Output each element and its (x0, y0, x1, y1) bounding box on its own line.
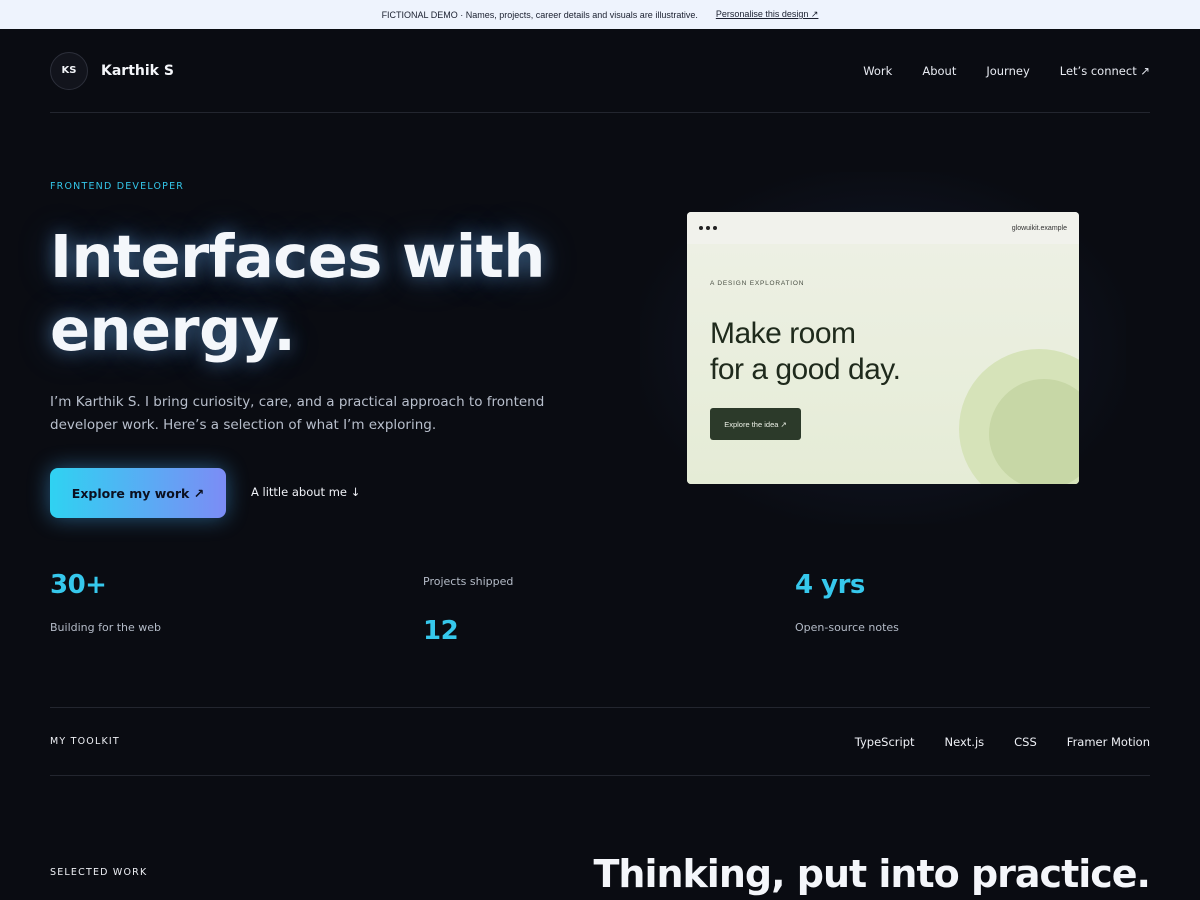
stat-label-3: Open-source notes (795, 621, 899, 634)
hero-title-line2: energy. (50, 295, 296, 364)
preview-body: A DESIGN EXPLORATION Make room for a goo… (687, 244, 1079, 484)
hero-subtitle: I’m Karthik S. I bring curiosity, care, … (50, 394, 545, 433)
tool-item: Framer Motion (1066, 734, 1150, 749)
brand-name: Karthik S (101, 62, 174, 79)
nav-links: Work About Journey Let’s connect ↗ (863, 64, 1150, 78)
toolkit-label: MY TOOLKIT (50, 736, 120, 747)
stat-value-2: 12 (423, 616, 459, 646)
toolkit-list: TypeScript Next.js CSS Framer Motion (855, 735, 1150, 749)
avatar: KS (50, 51, 88, 90)
tool-item: TypeScript (854, 734, 915, 749)
explore-idea-button[interactable]: Explore the idea ↗ (710, 408, 801, 440)
explore-work-button[interactable]: Explore my work ↗ (50, 468, 226, 518)
preview-browser-bar: glowuikit.example (687, 212, 1079, 244)
tool-item: CSS (1014, 734, 1037, 749)
hero-title-line1: Interfaces with (50, 222, 545, 291)
preview-title-line1: Make room (710, 317, 856, 350)
stat-value-3: 4 yrs (795, 570, 865, 600)
brand[interactable]: KS Karthik S (50, 51, 174, 90)
nav-link-journey[interactable]: Journey (986, 64, 1029, 78)
banner-notice: FICTIONAL DEMO · Names, projects, career… (381, 9, 698, 20)
stat-value-1: 30+ (50, 570, 107, 600)
nav-link-connect[interactable]: Let’s connect ↗ (1060, 64, 1150, 78)
hero-eyebrow: FRONTEND DEVELOPER (50, 181, 185, 192)
top-nav: KS Karthik S Work About Journey Let’s co… (50, 29, 1150, 113)
design-preview-card: glowuikit.example A DESIGN EXPLORATION M… (687, 212, 1079, 484)
selected-work-title: Thinking, put into practice. (593, 852, 1151, 896)
selected-work-eyebrow: SELECTED WORK (50, 867, 148, 878)
preview-title-line2: for a good day. (710, 353, 901, 386)
nav-link-work[interactable]: Work (863, 64, 892, 78)
tool-item: Next.js (944, 734, 985, 749)
stat-label-2: Projects shipped (423, 575, 514, 588)
about-me-link[interactable]: A little about me ↓ (251, 485, 360, 499)
hero-title: Interfaces with energy. (50, 220, 610, 366)
window-dots-icon (699, 226, 717, 230)
nav-link-about[interactable]: About (922, 64, 956, 78)
preview-url: glowuikit.example (1011, 224, 1067, 232)
demo-banner: FICTIONAL DEMO · Names, projects, career… (0, 0, 1200, 29)
personalise-link[interactable]: Personalise this design ↗ (716, 9, 819, 20)
preview-eyebrow: A DESIGN EXPLORATION (710, 280, 805, 287)
toolkit-strip: MY TOOLKIT TypeScript Next.js CSS Framer… (50, 707, 1150, 776)
stat-label-1: Building for the web (50, 621, 162, 634)
preview-title: Make room for a good day. (710, 316, 970, 388)
